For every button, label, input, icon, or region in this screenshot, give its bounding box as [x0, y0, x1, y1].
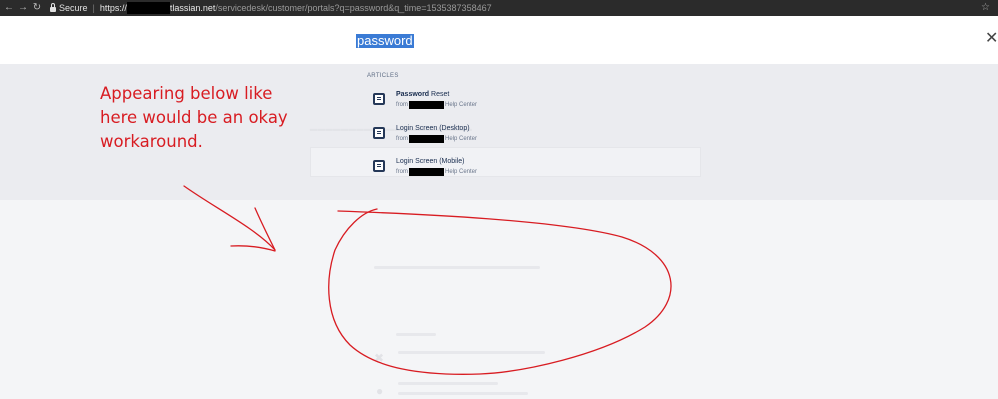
annotation-arrowhead-left	[230, 245, 276, 252]
annotation-ellipse	[328, 208, 672, 375]
annotation-arrowhead-top	[254, 207, 276, 251]
annotation-arrow-shaft	[183, 185, 276, 251]
annotation-drawing	[183, 185, 672, 375]
